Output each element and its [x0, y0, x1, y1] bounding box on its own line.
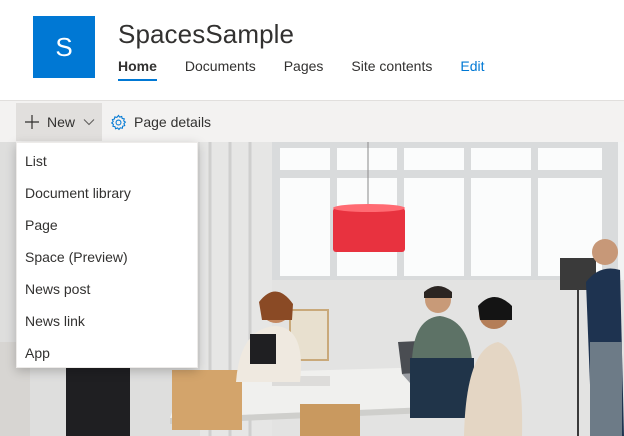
site-logo[interactable]: S: [33, 16, 95, 78]
command-bar: New Page details: [0, 100, 624, 143]
chevron-down-icon: [83, 119, 95, 126]
menu-item-space-preview[interactable]: Space (Preview): [17, 241, 197, 273]
new-button-label: New: [47, 114, 76, 130]
new-button[interactable]: New: [16, 103, 102, 141]
menu-item-news-link[interactable]: News link: [17, 305, 197, 337]
menu-item-app[interactable]: App: [17, 337, 197, 369]
nav-item-site-contents[interactable]: Site contents: [351, 57, 432, 77]
page-details-button[interactable]: Page details: [110, 103, 211, 141]
nav-item-documents[interactable]: Documents: [185, 57, 256, 77]
menu-item-document-library[interactable]: Document library: [17, 177, 197, 209]
menu-item-list[interactable]: List: [17, 145, 197, 177]
site-logo-letter: S: [55, 31, 73, 62]
new-dropdown-menu: List Document library Page Space (Previe…: [16, 142, 198, 368]
menu-item-page[interactable]: Page: [17, 209, 197, 241]
menu-item-news-post[interactable]: News post: [17, 273, 197, 305]
site-navigation: Home Documents Pages Site contents Edit: [118, 57, 512, 81]
site-header: S SpacesSample Home Documents Pages Site…: [0, 0, 624, 100]
plus-icon: [25, 115, 39, 129]
nav-item-pages[interactable]: Pages: [284, 57, 324, 77]
nav-item-home[interactable]: Home: [118, 57, 157, 81]
page-details-label: Page details: [134, 114, 212, 130]
nav-edit-link[interactable]: Edit: [460, 57, 484, 77]
site-title[interactable]: SpacesSample: [118, 19, 294, 50]
gear-icon: [110, 114, 127, 130]
